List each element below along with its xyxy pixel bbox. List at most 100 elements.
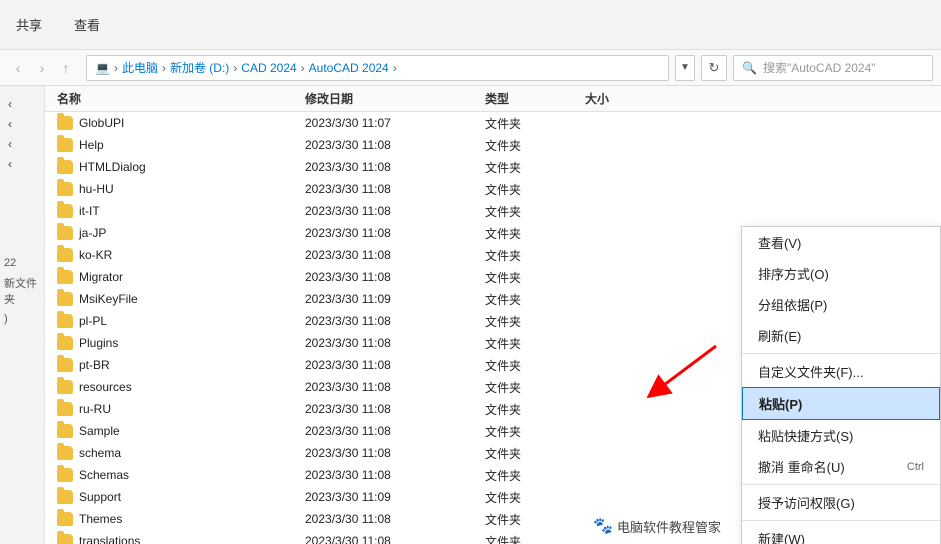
address-bar: ‹ › ↑ 💻 › 此电脑 › 新加卷 (D:) › CAD 2024 › Au… — [0, 50, 941, 86]
file-date: 2023/3/30 11:08 — [305, 248, 485, 262]
table-row[interactable]: it-IT 2023/3/30 11:08文件夹 — [45, 200, 941, 222]
file-type: 文件夹 — [485, 423, 585, 440]
file-type: 文件夹 — [485, 467, 585, 484]
file-name: Migrator — [79, 270, 123, 284]
file-date: 2023/3/30 11:08 — [305, 270, 485, 284]
nav-up-button[interactable]: ↑ — [56, 58, 76, 78]
nav-forward-button[interactable]: › — [32, 58, 52, 78]
search-placeholder: 搜索"AutoCAD 2024" — [763, 59, 876, 76]
folder-icon — [57, 292, 73, 306]
context-menu-item-5[interactable]: 粘贴(P) — [742, 387, 940, 420]
file-name: MsiKeyFile — [79, 292, 138, 306]
file-type: 文件夹 — [485, 137, 585, 154]
breadcrumb-cad2024[interactable]: CAD 2024 — [241, 61, 296, 75]
file-type: 文件夹 — [485, 269, 585, 286]
file-date: 2023/3/30 11:08 — [305, 358, 485, 372]
address-dropdown-button[interactable]: ▼ — [675, 55, 695, 81]
file-name: ko-KR — [79, 248, 112, 262]
folder-icon — [57, 226, 73, 240]
file-type: 文件夹 — [485, 489, 585, 506]
file-type: 文件夹 — [485, 115, 585, 132]
table-row[interactable]: GlobUPI2023/3/30 11:07文件夹 — [45, 112, 941, 134]
context-menu-label: 粘贴(P) — [759, 394, 802, 413]
breadcrumb-drive[interactable]: 新加卷 (D:) — [170, 59, 229, 76]
top-toolbar: 共享 查看 — [0, 0, 941, 50]
folder-icon — [57, 358, 73, 372]
folder-icon — [57, 314, 73, 328]
file-type: 文件夹 — [485, 181, 585, 198]
share-button[interactable]: 共享 — [8, 11, 50, 38]
col-header-type[interactable]: 类型 — [485, 90, 585, 107]
context-menu-divider — [742, 484, 940, 485]
folder-icon — [57, 380, 73, 394]
context-menu-item-9[interactable]: 新建(W) — [742, 523, 940, 544]
file-name: ja-JP — [79, 226, 106, 240]
sidebar-nav-item-1[interactable]: ‹ — [0, 94, 44, 114]
nav-back-button[interactable]: ‹ — [8, 58, 28, 78]
watermark-icon: 🐾 — [593, 516, 613, 536]
context-menu-label: 授予访问权限(G) — [758, 493, 855, 512]
file-name: it-IT — [79, 204, 100, 218]
file-date: 2023/3/30 11:09 — [305, 490, 485, 504]
file-date: 2023/3/30 11:08 — [305, 424, 485, 438]
file-name: schema — [79, 446, 121, 460]
context-menu-item-4[interactable]: 自定义文件夹(F)... — [742, 356, 940, 387]
file-name: translations — [79, 534, 140, 544]
file-name: Help — [79, 138, 104, 152]
file-name: hu-HU — [79, 182, 114, 196]
file-date: 2023/3/30 11:08 — [305, 314, 485, 328]
table-row[interactable]: Help 2023/3/30 11:08文件夹 — [45, 134, 941, 156]
breadcrumb-autocad[interactable]: AutoCAD 2024 — [309, 61, 389, 75]
file-type: 文件夹 — [485, 225, 585, 242]
context-menu-item-2[interactable]: 分组依据(P) — [742, 289, 940, 320]
main-layout: ‹ ‹ ‹ ‹ 22 新文件夹 ) 名称 修改日期 类型 大小 GlobUPI2… — [0, 86, 941, 544]
file-type: 文件夹 — [485, 203, 585, 220]
context-menu-item-1[interactable]: 排序方式(O) — [742, 258, 940, 289]
table-row[interactable]: HTMLDialog2023/3/30 11:08文件夹 — [45, 156, 941, 178]
file-date: 2023/3/30 11:08 — [305, 204, 485, 218]
file-list-header: 名称 修改日期 类型 大小 — [45, 86, 941, 112]
context-menu-item-7[interactable]: 撤消 重命名(U)Ctrl — [742, 451, 940, 482]
file-name: Plugins — [79, 336, 118, 350]
sidebar-nav-item-4[interactable]: ‹ — [0, 154, 44, 174]
file-date: 2023/3/30 11:08 — [305, 226, 485, 240]
label-new-folder: 新文件夹 — [0, 272, 44, 310]
folder-icon — [57, 468, 73, 482]
folder-icon — [57, 182, 73, 196]
folder-icon — [57, 270, 73, 284]
file-name: resources — [79, 380, 132, 394]
file-type: 文件夹 — [485, 247, 585, 264]
file-date: 2023/3/30 11:08 — [305, 512, 485, 526]
context-menu-item-6[interactable]: 粘贴快捷方式(S) — [742, 420, 940, 451]
watermark: 🐾 电脑软件教程管家 — [593, 516, 721, 536]
search-icon: 🔍 — [742, 61, 757, 75]
view-button[interactable]: 查看 — [66, 11, 108, 38]
context-menu-item-8[interactable]: 授予访问权限(G) — [742, 487, 940, 518]
breadcrumb-this-pc: 💻 — [95, 61, 110, 75]
context-menu-item-3[interactable]: 刷新(E) — [742, 320, 940, 351]
file-date: 2023/3/30 11:08 — [305, 138, 485, 152]
file-date: 2023/3/30 11:08 — [305, 380, 485, 394]
file-type: 文件夹 — [485, 335, 585, 352]
file-date: 2023/3/30 11:08 — [305, 402, 485, 416]
col-header-size[interactable]: 大小 — [585, 90, 665, 107]
folder-icon — [57, 446, 73, 460]
search-box[interactable]: 🔍 搜索"AutoCAD 2024" — [733, 55, 933, 81]
file-name: Sample — [79, 424, 120, 438]
file-name: ru-RU — [79, 402, 111, 416]
col-header-name[interactable]: 名称 — [45, 90, 305, 107]
file-date: 2023/3/30 11:08 — [305, 336, 485, 350]
context-menu-label: 新建(W) — [758, 529, 805, 544]
breadcrumb-pc[interactable]: 此电脑 — [122, 59, 158, 76]
address-path[interactable]: 💻 › 此电脑 › 新加卷 (D:) › CAD 2024 › AutoCAD … — [86, 55, 669, 81]
file-name: Schemas — [79, 468, 129, 482]
context-menu-item-0[interactable]: 查看(V) — [742, 227, 940, 258]
context-menu-label: 分组依据(P) — [758, 295, 827, 314]
table-row[interactable]: hu-HU2023/3/30 11:08文件夹 — [45, 178, 941, 200]
context-menu: 查看(V)排序方式(O) 分组依据(P) 刷新(E) 自定义文件夹(F)... 粘贴(P… — [741, 226, 941, 544]
file-name: pt-BR — [79, 358, 110, 372]
sidebar-nav-item-3[interactable]: ‹ — [0, 134, 44, 154]
refresh-button[interactable]: ↻ — [701, 55, 727, 81]
col-header-date[interactable]: 修改日期 — [305, 90, 485, 107]
sidebar-nav-item-2[interactable]: ‹ — [0, 114, 44, 134]
